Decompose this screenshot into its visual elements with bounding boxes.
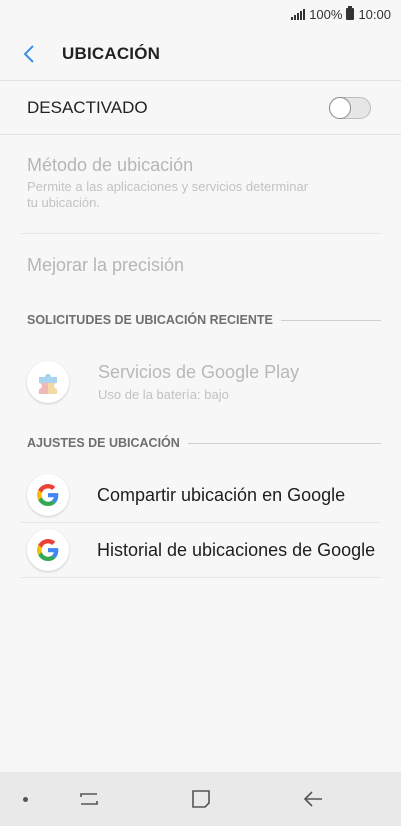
signal-icon [291,8,306,20]
share-location-text: Compartir ubicación en Google [97,485,345,506]
location-history-text: Historial de ubicaciones de Google [97,540,381,561]
section-line [280,319,381,321]
google-g-icon [27,474,69,516]
battery-percentage: 100% [309,6,343,22]
chevron-left-icon [23,45,34,63]
location-method-title: Método de ubicación [27,155,194,175]
recent-apps-button[interactable] [59,772,119,826]
location-history-title: Historial de ubicaciones de Google [97,539,376,560]
back-button[interactable] [0,28,58,80]
app-bar: UBICACIÓN [0,28,401,80]
google-g-icon [27,529,69,571]
recent-app-row[interactable]: Servicios de Google Play Uso de la bater… [27,357,381,407]
section-line [187,442,381,444]
location-settings-section-header: AJUSTES DE UBICACIÓN [27,435,381,451]
toggle-knob [329,96,351,119]
master-switch-label: DESACTIVADO [27,97,148,117]
item-divider [20,233,381,234]
location-toggle[interactable] [329,96,371,119]
item-divider [20,522,381,523]
recent-requests-section-header: SOLICITUDES DE UBICACIÓN RECIENTE [27,312,381,328]
clock: 10:00 [358,6,391,22]
status-bar: 100% 10:00 [0,0,401,28]
navigation-bar [0,772,401,826]
location-method-subtitle-line2: tu ubicación. [27,195,100,210]
home-button[interactable] [171,772,231,826]
recent-app-text: Servicios de Google Play Uso de la bater… [98,362,299,402]
back-nav-button[interactable] [283,772,343,826]
location-method-item[interactable]: Método de ubicación Permite a las aplica… [27,155,381,211]
back-arrow-icon [303,791,322,807]
recent-app-title: Servicios de Google Play [98,362,300,382]
improve-accuracy-title: Mejorar la precisión [27,255,185,275]
battery-icon [346,6,355,20]
nav-dot-button[interactable] [0,772,55,826]
dot-icon [22,796,28,802]
recent-apps-icon [80,793,98,805]
location-method-subtitle-line1: Permite a las aplicaciones y servicios d… [27,179,309,194]
recent-app-subtitle: Uso de la batería: bajo [98,387,229,402]
section-label: SOLICITUDES DE UBICACIÓN RECIENTE [27,313,273,327]
home-icon [192,790,210,808]
master-divider [0,134,401,135]
location-history-item[interactable]: Historial de ubicaciones de Google [27,525,381,575]
item-divider [20,577,381,578]
improve-accuracy-item[interactable]: Mejorar la precisión [27,255,381,276]
share-location-google-item[interactable]: Compartir ubicación en Google [27,470,381,520]
location-master-switch-row[interactable]: DESACTIVADO [0,81,401,134]
section-label: AJUSTES DE UBICACIÓN [27,436,180,450]
page-title: UBICACIÓN [62,44,161,63]
share-location-title: Compartir ubicación en Google [97,484,346,505]
google-play-services-icon [27,361,69,403]
